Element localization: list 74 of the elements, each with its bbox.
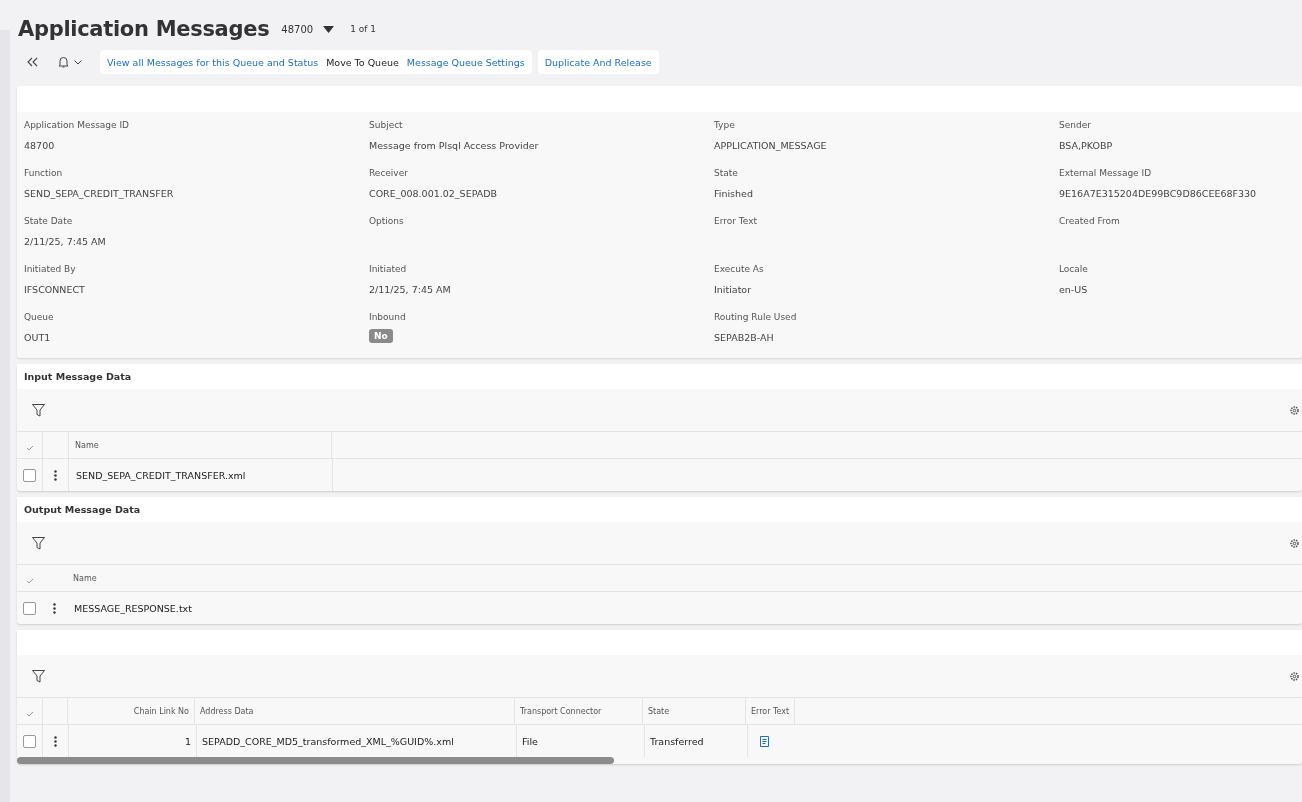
status-badge: No [369, 329, 393, 343]
row-checkbox[interactable] [23, 734, 36, 748]
filter-icon[interactable] [32, 536, 45, 550]
column-header[interactable]: State [643, 698, 746, 724]
bell-icon[interactable] [58, 56, 69, 68]
section-title: Output Message Data [17, 497, 1302, 522]
settings-icon[interactable] [1289, 670, 1300, 682]
page-title: Application Messages [18, 17, 270, 41]
column-header[interactable]: Address Data [195, 698, 515, 724]
field-label: Receiver [369, 167, 409, 180]
field-label: Error Text [714, 215, 758, 228]
field-label: Initiated By [24, 263, 77, 276]
field-label: Options [369, 215, 405, 228]
row-checkbox[interactable] [23, 468, 36, 482]
field-value: APPLICATION_MESSAGE [714, 140, 827, 151]
field-label: External Message ID [1059, 167, 1153, 180]
field-label: Locale [1059, 263, 1089, 276]
field-value: Message from Plsql Access Provider [369, 140, 539, 151]
field-value: SEND_SEPA_CREDIT_TRANSFER [24, 188, 174, 199]
column-header[interactable]: Chain Link No [67, 698, 195, 724]
collapse-icon[interactable] [27, 57, 38, 67]
field-label: Created From [1059, 215, 1121, 228]
field-label: State [714, 167, 739, 180]
check-icon [25, 445, 34, 451]
field-value: IFSCONNECT [24, 284, 85, 295]
field-label: Routing Rule Used [714, 311, 798, 324]
field-label: Function [24, 167, 64, 180]
horizontal-scrollbar[interactable] [17, 757, 614, 764]
field-label: Application Message ID [24, 119, 131, 132]
field-value: 48700 [24, 140, 55, 151]
field-value: 2/11/25, 7:45 AM [369, 284, 451, 295]
row-checkbox[interactable] [23, 601, 36, 615]
table-cell: Transferred [645, 725, 748, 757]
column-header[interactable]: Name [67, 573, 97, 583]
field-value: en-US [1059, 284, 1088, 295]
field-label: Execute As [714, 263, 765, 276]
table-cell-text: MESSAGE_RESPONSE.txt [73, 602, 192, 614]
table-cell: SEND_SEPA_CREDIT_TRANSFER.xml [68, 459, 333, 491]
field-value: Initiator [714, 284, 752, 295]
field-label: Subject [369, 119, 404, 132]
toolbar-button[interactable]: Move To Queue [322, 56, 403, 68]
field-value: BSA,PKOBP [1059, 140, 1113, 151]
toolbar-button[interactable]: Message Queue Settings [402, 56, 529, 68]
record-counter: 1 of 1 [350, 24, 376, 34]
record-selector[interactable]: 48700 [281, 23, 314, 35]
settings-icon[interactable] [1289, 404, 1300, 416]
toolbar-button[interactable]: View all Messages for this Queue and Status [103, 56, 323, 68]
field-label: Sender [1059, 119, 1092, 132]
field-value: Finished [714, 188, 753, 199]
field-value: CORE_008.001.02_SEPADB [369, 188, 498, 199]
column-header[interactable]: Transport Connector [515, 698, 643, 724]
document-icon[interactable] [760, 735, 769, 747]
column-header[interactable]: Name [68, 432, 332, 458]
check-icon [25, 711, 34, 717]
chevron-down-icon[interactable] [74, 59, 82, 65]
column-header[interactable]: Error Text [746, 698, 796, 724]
more-icon[interactable] [54, 469, 57, 481]
field-value: SEPAB2B-AH [714, 332, 774, 343]
more-icon[interactable] [53, 602, 56, 614]
more-icon[interactable] [54, 735, 57, 747]
check-icon [25, 578, 34, 584]
caret-icon[interactable] [323, 25, 335, 33]
field-label: Inbound [369, 311, 407, 324]
field-value: 9E16A7E315204DE99BC9D86CEE68F330 [1059, 188, 1257, 199]
section-title: Input Message Data [17, 364, 1302, 389]
field-label: Queue [24, 311, 55, 324]
field-label: Initiated [369, 263, 408, 276]
field-label: State Date [24, 215, 74, 228]
field-value: 2/11/25, 7:45 AM [24, 236, 106, 247]
field-value: OUT1 [24, 332, 51, 343]
field-label: Type [714, 119, 736, 132]
settings-icon[interactable] [1289, 537, 1300, 549]
filter-icon[interactable] [32, 669, 45, 683]
filter-icon[interactable] [32, 403, 45, 417]
